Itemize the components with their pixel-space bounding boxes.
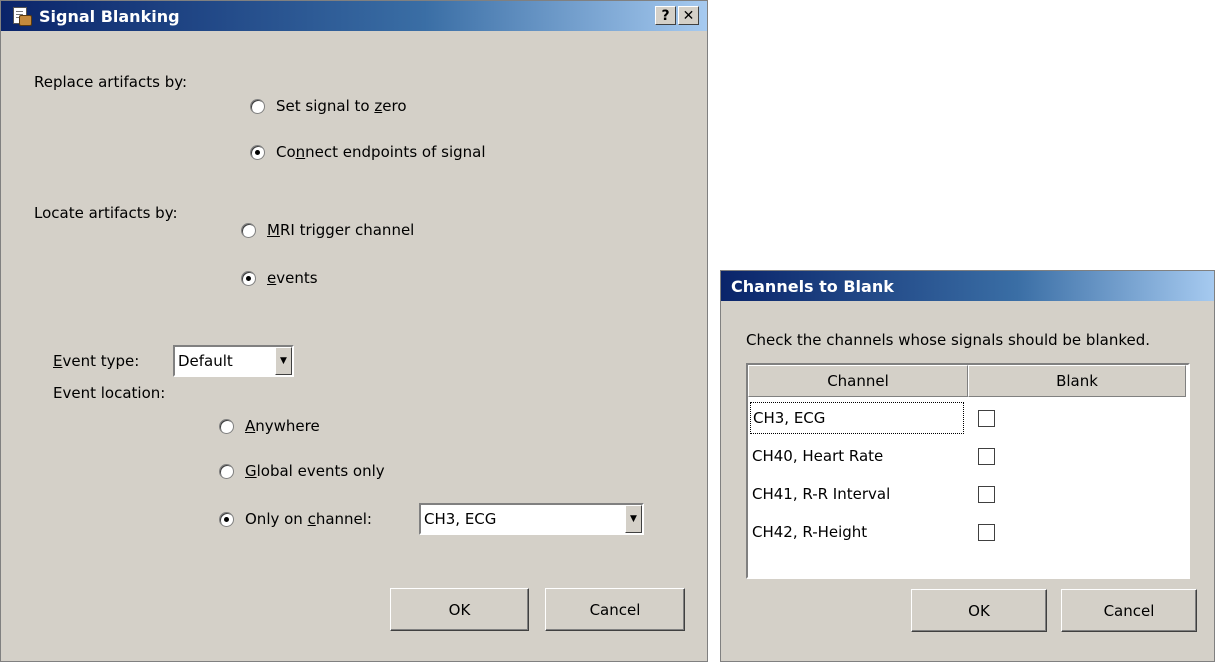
radio-label: Set signal to zero — [276, 97, 407, 115]
event-type-label: Event type: — [53, 352, 140, 370]
cancel-button[interactable]: Cancel — [1061, 589, 1197, 632]
event-location-label: Event location: — [53, 384, 166, 402]
radio-button[interactable] — [219, 463, 234, 479]
table-row[interactable]: CH40, Heart Rate — [748, 437, 1188, 475]
column-header-channel[interactable]: Channel — [748, 365, 968, 397]
dialog-title: Signal Blanking — [39, 6, 180, 26]
channel-cell[interactable]: CH42, R-Height — [750, 516, 964, 548]
event-type-dropdown[interactable]: Default ▼ — [173, 345, 294, 377]
radio-label: events — [267, 269, 318, 287]
radio-label: MRI trigger channel — [267, 221, 415, 239]
radio-events[interactable]: events — [241, 269, 318, 287]
radio-global-events[interactable]: Global events only — [219, 462, 385, 480]
radio-button[interactable] — [219, 511, 234, 527]
table-row[interactable]: CH41, R-R Interval — [748, 475, 1188, 513]
instruction-text: Check the channels whose signals should … — [746, 331, 1150, 349]
channel-cell[interactable]: CH41, R-R Interval — [750, 478, 964, 510]
radio-label: Connect endpoints of signal — [276, 143, 486, 161]
radio-anywhere[interactable]: Anywhere — [219, 417, 320, 435]
radio-set-signal-zero[interactable]: Set signal to zero — [250, 97, 407, 115]
radio-label: Only on channel: — [245, 510, 372, 528]
radio-button[interactable] — [219, 418, 234, 434]
event-type-value: Default — [178, 352, 233, 370]
channels-table: Channel Blank CH3, ECG CH40, Heart Rate … — [746, 363, 1190, 579]
radio-label: Global events only — [245, 462, 385, 480]
signal-blanking-dialog: Signal Blanking ? ✕ Replace artifacts by… — [0, 0, 708, 662]
channel-value: CH3, ECG — [424, 510, 497, 528]
dropdown-arrow-icon[interactable]: ▼ — [625, 505, 642, 533]
blank-checkbox[interactable] — [978, 524, 995, 541]
blank-checkbox[interactable] — [978, 448, 995, 465]
blank-checkbox[interactable] — [978, 486, 995, 503]
column-header-blank[interactable]: Blank — [968, 365, 1186, 397]
radio-button[interactable] — [241, 270, 256, 286]
table-row[interactable]: CH42, R-Height — [748, 513, 1188, 551]
channels-to-blank-dialog: Channels to Blank Check the channels who… — [720, 270, 1215, 662]
ok-button[interactable]: OK — [911, 589, 1047, 632]
title-bar[interactable]: Signal Blanking ? ✕ — [1, 1, 707, 31]
title-bar[interactable]: Channels to Blank — [721, 271, 1214, 301]
dialog-title: Channels to Blank — [731, 276, 894, 296]
channel-cell[interactable]: CH40, Heart Rate — [750, 440, 964, 472]
channel-dropdown[interactable]: CH3, ECG ▼ — [419, 503, 644, 535]
ok-button[interactable]: OK — [390, 588, 529, 631]
replace-artifacts-label: Replace artifacts by: — [34, 73, 188, 91]
radio-button[interactable] — [241, 222, 256, 238]
locate-artifacts-label: Locate artifacts by: — [34, 204, 178, 222]
blank-checkbox[interactable] — [978, 410, 995, 427]
dropdown-arrow-icon[interactable]: ▼ — [275, 347, 292, 375]
radio-only-on-channel[interactable]: Only on channel: — [219, 510, 372, 528]
table-row[interactable]: CH3, ECG — [748, 399, 1188, 437]
channel-cell[interactable]: CH3, ECG — [750, 402, 964, 434]
radio-label: Anywhere — [245, 417, 320, 435]
radio-connect-endpoints[interactable]: Connect endpoints of signal — [250, 143, 486, 161]
app-icon — [11, 6, 32, 26]
radio-button[interactable] — [250, 98, 265, 114]
close-icon[interactable]: ✕ — [678, 6, 699, 25]
help-icon[interactable]: ? — [655, 6, 676, 25]
cancel-button[interactable]: Cancel — [545, 588, 685, 631]
radio-button[interactable] — [250, 144, 265, 160]
radio-mri-trigger[interactable]: MRI trigger channel — [241, 221, 414, 239]
